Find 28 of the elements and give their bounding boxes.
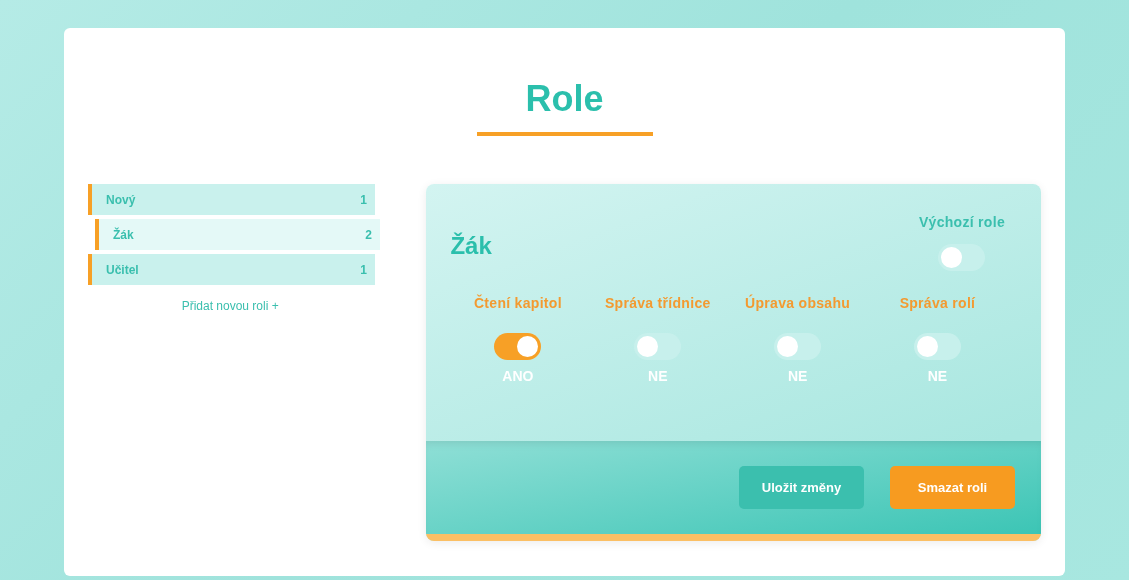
permission-toggle[interactable] bbox=[913, 333, 961, 360]
role-count: 2 bbox=[365, 227, 372, 242]
permission-state: NE bbox=[787, 368, 808, 384]
role-name: Žák bbox=[113, 227, 134, 242]
default-role-toggle[interactable] bbox=[938, 244, 986, 271]
delete-button[interactable]: Smazat roli bbox=[890, 466, 1015, 509]
role-item[interactable]: Učitel 1 bbox=[88, 254, 375, 285]
role-count: 1 bbox=[360, 192, 367, 207]
permission-label: Čtení kapitol bbox=[473, 295, 562, 311]
permission-toggle[interactable] bbox=[634, 333, 682, 360]
add-role-link[interactable]: Přidat novou roli + bbox=[181, 299, 279, 313]
permission-label: Správa rolí bbox=[899, 295, 976, 311]
default-role-label: Výchozí role bbox=[918, 214, 1005, 230]
save-button[interactable]: Uložit změny bbox=[739, 466, 864, 509]
role-item[interactable]: Nový 1 bbox=[88, 184, 375, 215]
role-name: Učitel bbox=[106, 262, 139, 277]
permission-label: Úprava obsahu bbox=[745, 295, 851, 311]
permission-state: NE bbox=[927, 368, 948, 384]
permission-toggle[interactable] bbox=[774, 333, 822, 360]
permission-toggle[interactable] bbox=[494, 333, 542, 360]
page-title: Role bbox=[476, 78, 653, 136]
role-count: 1 bbox=[360, 262, 367, 277]
role-title: Žák bbox=[450, 232, 492, 261]
permission-label: Správa třídnice bbox=[604, 295, 711, 311]
role-item[interactable]: Žák 2 bbox=[95, 219, 380, 250]
permission-state: NE bbox=[648, 368, 668, 384]
permission-state: ANO bbox=[502, 368, 534, 384]
role-name: Nový bbox=[106, 192, 136, 207]
